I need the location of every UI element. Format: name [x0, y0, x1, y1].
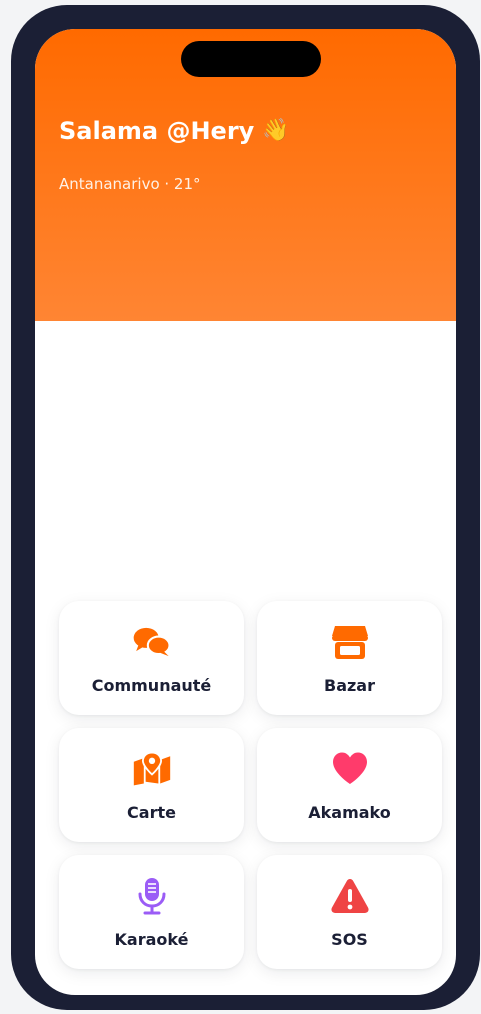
app-screen: Salama @Hery 👋 Antananarivo · 21° Commun…	[35, 29, 456, 995]
tile-label: Akamako	[308, 802, 391, 822]
tile-akamako[interactable]: Akamako	[257, 728, 442, 842]
feature-grid: Communauté Bazar Carte Akamako Karaoké S…	[59, 601, 442, 969]
tile-communaute[interactable]: Communauté	[59, 601, 244, 715]
header-banner: Salama @Hery 👋 Antananarivo · 21°	[35, 29, 456, 321]
waving-hand-icon: 👋	[262, 118, 290, 143]
tile-carte[interactable]: Carte	[59, 728, 244, 842]
chat-bubbles-icon	[132, 622, 172, 662]
dynamic-island	[181, 41, 321, 77]
tile-label: Bazar	[324, 675, 375, 695]
tile-karaoke[interactable]: Karaoké	[59, 855, 244, 969]
location-weather: Antananarivo · 21°	[59, 175, 201, 193]
phone-frame: Salama @Hery 👋 Antananarivo · 21° Commun…	[11, 5, 480, 1010]
warning-icon	[330, 876, 370, 916]
map-pin-icon	[132, 749, 172, 789]
tile-bazar[interactable]: Bazar	[257, 601, 442, 715]
tile-sos[interactable]: SOS	[257, 855, 442, 969]
heart-icon	[330, 749, 370, 789]
greeting-text: Salama @Hery	[59, 117, 255, 145]
tile-label: Karaoké	[114, 929, 189, 949]
store-icon	[330, 622, 370, 662]
tile-label: SOS	[331, 929, 368, 949]
microphone-icon	[132, 876, 172, 916]
tile-label: Carte	[127, 802, 176, 822]
tile-label: Communauté	[91, 675, 212, 695]
greeting-title: Salama @Hery 👋	[59, 117, 290, 145]
